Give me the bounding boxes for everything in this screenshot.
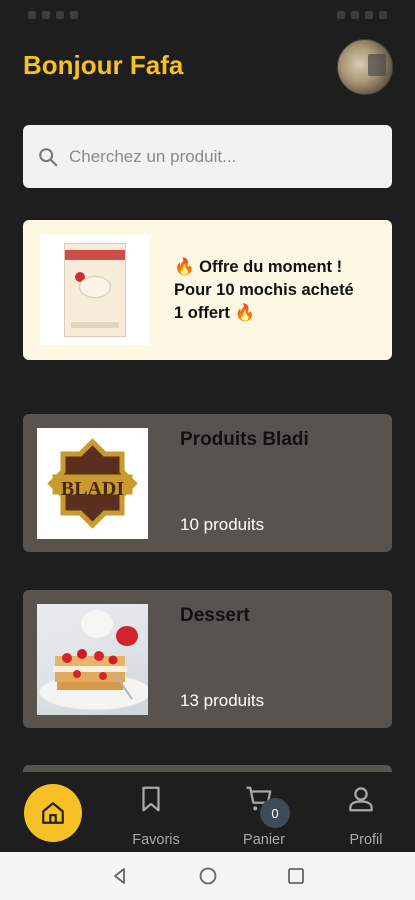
home-icon [42,802,64,824]
bottom-nav: Favoris Panier 0 Profil [0,772,415,852]
category-card-dessert[interactable]: Dessert 13 produits [23,590,392,728]
dessert-image [37,604,148,715]
search-icon [39,147,58,166]
back-icon[interactable] [110,866,130,886]
promo-banner[interactable]: 🔥 Offre du moment ! Pour 10 mochis achet… [23,220,392,360]
system-nav-bar [0,852,415,900]
nav-favorites[interactable]: Favoris [132,784,180,848]
promo-product-image [40,235,150,345]
nav-profile[interactable]: Profil [346,784,383,848]
category-count: 13 produits [180,691,265,710]
category-title: Dessert [180,605,250,626]
nav-home-button[interactable] [24,784,82,842]
nav-cart-label: Panier [243,832,285,848]
category-title: Produits Bladi [180,429,309,450]
status-bar [0,0,415,30]
category-count: 10 produits [180,515,265,534]
search-bar[interactable] [23,125,392,188]
category-card-bladi[interactable]: BLADI Produits Bladi 10 produits [23,414,392,552]
bladi-logo-text: BLADI [61,478,125,500]
cart-count-badge: 0 [260,798,290,828]
nav-favorites-label: Favoris [132,832,180,848]
bladi-logo-image: BLADI [37,428,148,539]
promo-text: 🔥 Offre du moment ! Pour 10 mochis achet… [174,256,384,325]
search-input[interactable] [69,146,369,167]
user-icon [349,787,373,812]
home-circle-icon[interactable] [198,866,218,886]
greeting-title: Bonjour Fafa [23,50,184,80]
avatar[interactable] [337,39,393,95]
promo-line-2: Pour 10 mochis acheté [174,281,354,299]
promo-line-1: 🔥 Offre du moment ! [174,258,343,276]
bookmark-icon [142,786,160,812]
recents-icon[interactable] [286,866,306,886]
promo-line-3: 1 offert 🔥 [174,304,256,322]
nav-profile-label: Profil [349,832,383,848]
